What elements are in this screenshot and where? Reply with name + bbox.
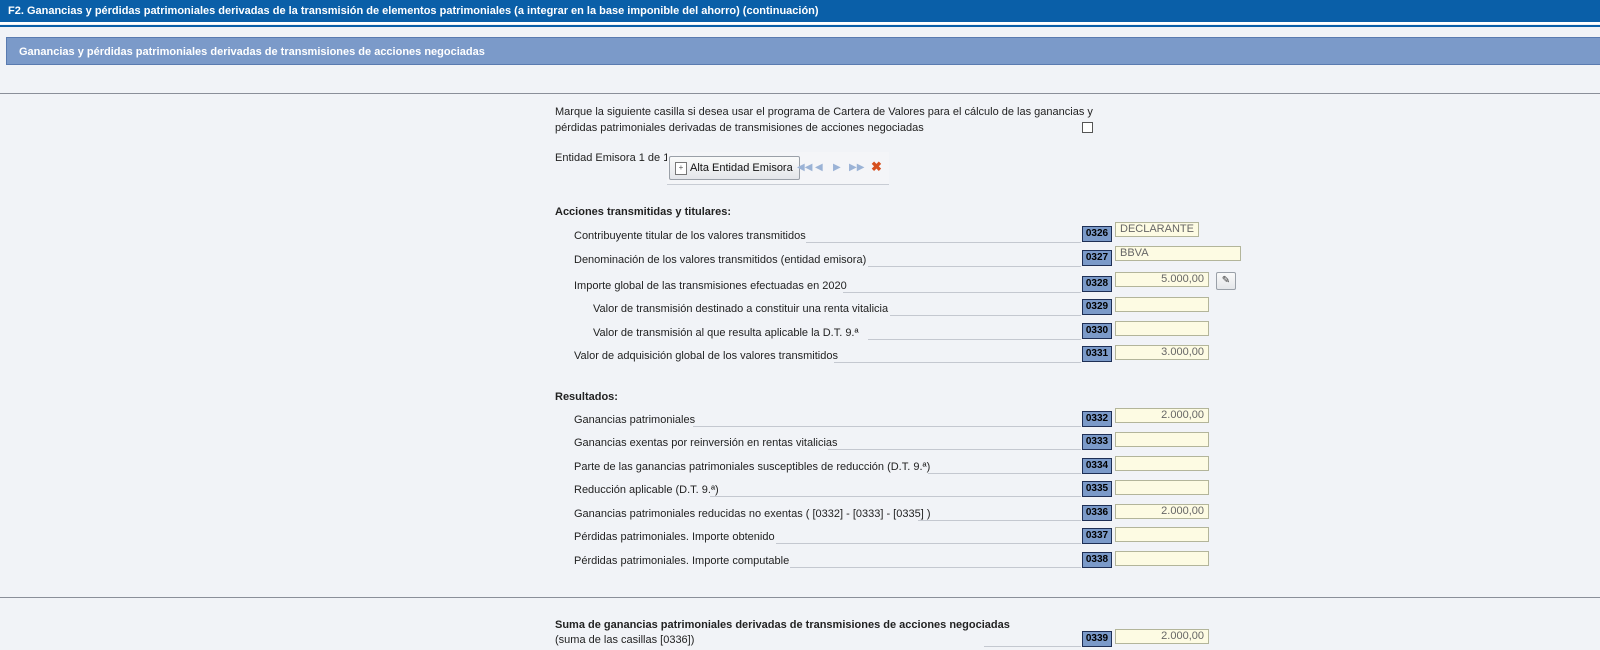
ganancias-field[interactable]: 2.000,00 <box>1115 408 1209 423</box>
row-leader <box>710 496 1081 497</box>
subsection-title: Ganancias y pérdidas patrimoniales deriv… <box>19 46 485 58</box>
row-label: Reducción aplicable (D.T. 9.ª) <box>574 484 719 496</box>
entidad-field[interactable]: BBVA <box>1115 246 1241 261</box>
casilla-code: 0328 <box>1082 276 1112 292</box>
importe-field[interactable]: 5.000,00 <box>1115 272 1209 287</box>
casilla-code: 0335 <box>1082 481 1112 497</box>
row-label: Ganancias patrimoniales reducidas no exe… <box>574 508 931 520</box>
last-icon[interactable]: ▶▶ <box>849 162 864 173</box>
row-leader <box>918 520 1081 521</box>
casilla-code: 0332 <box>1082 411 1112 427</box>
casilla-code: 0334 <box>1082 458 1112 474</box>
row-leader <box>868 339 1081 340</box>
dt9-field[interactable] <box>1115 321 1209 336</box>
cartera-text-line2: pérdidas patrimoniales derivadas de tran… <box>555 122 924 134</box>
add-document-icon: + <box>675 162 687 175</box>
suma-field[interactable]: 2.000,00 <box>1115 629 1209 644</box>
next-icon[interactable]: ▶ <box>833 162 841 173</box>
casilla-code: 0339 <box>1082 631 1112 647</box>
row-label: Valor de adquisición global de los valor… <box>574 350 838 362</box>
row-label: Ganancias patrimoniales <box>574 414 696 426</box>
row-leader <box>790 567 1081 568</box>
row-leader <box>984 646 1081 647</box>
row-leader <box>776 543 1081 544</box>
cartera-text-line1: Marque la siguiente casilla si desea usa… <box>555 106 1093 118</box>
row-label: Valor de transmisión destinado a constit… <box>593 303 889 315</box>
row-leader <box>828 449 1081 450</box>
exentas-field[interactable] <box>1115 432 1209 447</box>
casilla-code: 0326 <box>1082 226 1112 242</box>
divider <box>0 597 1600 598</box>
row-label: Contribuyente titular de los valores tra… <box>574 230 806 242</box>
alta-entidad-button[interactable]: + Alta Entidad Emisora <box>669 156 800 180</box>
divider <box>0 93 1600 94</box>
delete-icon[interactable]: ✖ <box>871 159 882 175</box>
row-leader <box>890 315 1081 316</box>
subsection-header: Ganancias y pérdidas patrimoniales deriv… <box>6 37 1600 65</box>
casilla-code: 0329 <box>1082 299 1112 315</box>
casilla-code: 0327 <box>1082 250 1112 266</box>
acciones-heading: Acciones transmitidas y titulares: <box>555 206 732 218</box>
row-leader <box>834 362 1081 363</box>
reduccion-field[interactable] <box>1115 480 1209 495</box>
suma-title: Suma de ganancias patrimoniales derivada… <box>555 619 1010 631</box>
row-leader <box>806 242 1081 243</box>
edit-pencil-icon[interactable]: ✎ <box>1216 272 1236 290</box>
row-label: Valor de transmisión al que resulta apli… <box>593 327 859 339</box>
cartera-checkbox[interactable] <box>1082 122 1093 133</box>
section-header-title: F2. Ganancias y pérdidas patrimoniales d… <box>8 5 819 17</box>
row-label: Pérdidas patrimoniales. Importe computab… <box>574 555 790 567</box>
adquisicion-field[interactable]: 3.000,00 <box>1115 345 1209 360</box>
row-label: Ganancias exentas por reinversión en ren… <box>574 437 838 449</box>
perdidas-computable-field[interactable] <box>1115 551 1209 566</box>
titular-field[interactable]: DECLARANTE <box>1115 222 1199 237</box>
perdidas-obtenido-field[interactable] <box>1115 527 1209 542</box>
row-leader <box>693 426 1081 427</box>
casilla-code: 0337 <box>1082 528 1112 544</box>
entidad-toolbar: + Alta Entidad Emisora ◀◀ ◀ ▶ ▶▶ ✖ <box>667 152 889 185</box>
row-leader <box>928 473 1081 474</box>
row-label: Importe global de las transmisiones efec… <box>574 280 847 292</box>
row-label: Denominación de los valores transmitidos… <box>574 254 867 266</box>
row-leader <box>843 292 1081 293</box>
row-label: Parte de las ganancias patrimoniales sus… <box>574 461 931 473</box>
casilla-code: 0330 <box>1082 323 1112 339</box>
section-header-bar: F2. Ganancias y pérdidas patrimoniales d… <box>0 0 1600 24</box>
casilla-code: 0331 <box>1082 346 1112 362</box>
header-divider <box>0 25 1600 27</box>
casilla-code: 0336 <box>1082 505 1112 521</box>
row-leader <box>868 266 1081 267</box>
entidad-emisora-label: Entidad Emisora 1 de 1 <box>555 152 670 164</box>
prev-icon[interactable]: ◀ <box>815 162 823 173</box>
casilla-code: 0338 <box>1082 552 1112 568</box>
row-label: Pérdidas patrimoniales. Importe obtenido <box>574 531 775 543</box>
susceptibles-field[interactable] <box>1115 456 1209 471</box>
alta-entidad-label: Alta Entidad Emisora <box>690 162 793 174</box>
first-icon[interactable]: ◀◀ <box>797 162 812 173</box>
suma-subtitle: (suma de las casillas [0336]) <box>555 634 695 646</box>
renta-vitalicia-field[interactable] <box>1115 297 1209 312</box>
reducidas-field[interactable]: 2.000,00 <box>1115 504 1209 519</box>
casilla-code: 0333 <box>1082 434 1112 450</box>
resultados-heading: Resultados: <box>555 391 618 403</box>
